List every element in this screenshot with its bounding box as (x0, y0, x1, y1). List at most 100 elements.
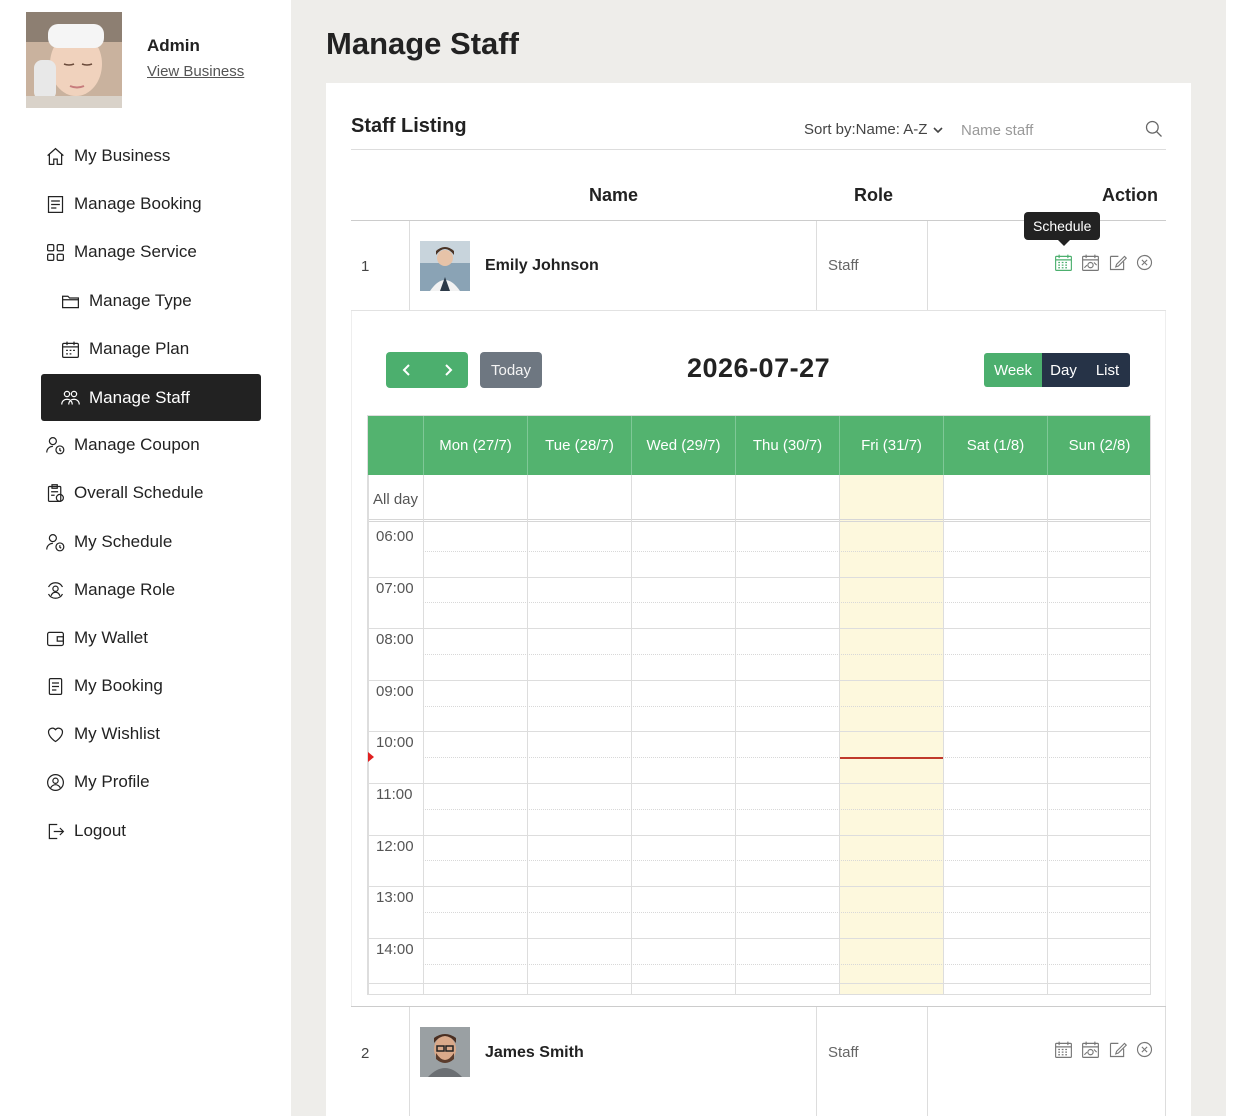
column-line (735, 475, 736, 994)
grid-icon (44, 241, 66, 263)
search-input[interactable] (961, 117, 1161, 143)
hour-line (368, 834, 1150, 836)
sidebar-item-label: Manage Plan (89, 339, 190, 358)
sidebar-item-my-profile[interactable]: My Profile (41, 760, 261, 804)
sidebar-item-manage-type[interactable]: Manage Type (41, 279, 261, 323)
sidebar-item-label: Manage Booking (74, 194, 202, 213)
sidebar-item-manage-service[interactable]: Manage Service (41, 230, 261, 274)
column-header-action: Action (1102, 185, 1158, 205)
divider (351, 149, 1166, 150)
sidebar-item-my-schedule[interactable]: My Schedule (41, 520, 261, 564)
half-hour-line (423, 757, 1150, 759)
sidebar-item-overall-schedule[interactable]: Overall Schedule (41, 471, 261, 515)
day-header-row: Mon (27/7) Tue (28/7) Wed (29/7) Thu (30/7)… (368, 416, 1150, 475)
half-hour-line (423, 602, 1150, 604)
row-index: 1 (361, 258, 370, 275)
row-index: 2 (361, 1045, 370, 1062)
column-line (423, 475, 424, 994)
column-line (527, 475, 528, 994)
home-icon (44, 145, 66, 167)
now-indicator-line (840, 757, 943, 760)
hour-line (368, 576, 1150, 578)
delete-icon[interactable] (1133, 1038, 1155, 1060)
delete-icon[interactable] (1133, 251, 1155, 273)
time-label: 09:00 (376, 682, 414, 700)
half-hour-line (423, 808, 1150, 810)
staff-name: Emily Johnson (485, 257, 599, 274)
hour-line (368, 783, 1150, 784)
sidebar-item-label: Manage Coupon (74, 435, 200, 454)
sort-label: Sort by:Name: A-Z (804, 121, 928, 138)
sidebar-item-logout[interactable]: Logout (41, 809, 261, 853)
view-day-button[interactable]: Day (1042, 353, 1085, 387)
main-content: Manage Staff Staff Listing Sort by:Name:… (291, 0, 1226, 1116)
search-icon[interactable] (1144, 119, 1166, 141)
sidebar-item-manage-coupon[interactable]: Manage Coupon (41, 423, 261, 467)
time-label: 13:00 (376, 889, 414, 907)
view-week-button[interactable]: Week (984, 353, 1042, 387)
time-label: 08:00 (376, 631, 414, 649)
day-header: Sat (1/8) (943, 416, 1047, 475)
time-label: 10:00 (376, 734, 414, 752)
staff-group-icon (59, 387, 81, 409)
profile-block: Admin View Business (26, 12, 276, 108)
row-actions (1052, 1038, 1155, 1060)
sidebar-item-my-business[interactable]: My Business (41, 134, 261, 178)
sidebar: Admin View Business My Business Manage B… (0, 0, 291, 1116)
sidebar-item-label: My Wishlist (74, 724, 160, 743)
user-clock-icon (44, 531, 66, 553)
sidebar-item-manage-role[interactable]: Manage Role (41, 568, 261, 612)
view-list-button[interactable]: List (1085, 353, 1130, 387)
half-hour-line (423, 550, 1150, 552)
sidebar-item-label: Manage Service (74, 242, 197, 261)
sidebar-item-my-wallet[interactable]: My Wallet (41, 616, 261, 660)
day-header: Thu (30/7) (735, 416, 839, 475)
sidebar-item-label: Manage Type (89, 291, 192, 310)
calendar-settings-icon[interactable] (1079, 1038, 1101, 1060)
next-week-button[interactable] (427, 352, 468, 388)
staff-role: Staff (828, 1044, 859, 1061)
prev-week-button[interactable] (386, 352, 427, 388)
half-hour-line (423, 963, 1150, 965)
sidebar-item-manage-booking[interactable]: Manage Booking (41, 182, 261, 226)
column-line (943, 475, 944, 994)
sidebar-item-label: My Booking (74, 676, 163, 695)
document-icon (44, 675, 66, 697)
time-label: 06:00 (376, 528, 414, 545)
edit-icon[interactable] (1106, 251, 1128, 273)
sidebar-item-label: Manage Staff (89, 387, 190, 407)
user-clock-icon (44, 434, 66, 456)
schedule-calendar-icon[interactable] (1052, 251, 1074, 273)
hour-line (368, 731, 1150, 733)
sidebar-item-my-booking[interactable]: My Booking (41, 664, 261, 708)
page-edge (1226, 0, 1237, 1116)
chevron-right-icon (444, 364, 452, 376)
day-header: Tue (28/7) (527, 416, 631, 475)
staff-role: Staff (828, 257, 859, 274)
schedule-calendar-icon[interactable] (1052, 1038, 1074, 1060)
edit-icon[interactable] (1106, 1038, 1128, 1060)
half-hour-line (423, 705, 1150, 707)
calendar-settings-icon[interactable] (1079, 251, 1101, 273)
heart-icon (44, 723, 66, 745)
sidebar-item-manage-staff[interactable]: Manage Staff (41, 374, 261, 421)
sort-dropdown[interactable]: Sort by:Name: A-Z (804, 121, 944, 138)
column-line (631, 475, 632, 994)
hour-line (368, 679, 1150, 681)
today-button[interactable]: Today (480, 352, 542, 388)
chevron-down-icon (933, 126, 943, 133)
sidebar-item-label: Logout (74, 821, 126, 840)
sidebar-item-my-wishlist[interactable]: My Wishlist (41, 712, 261, 756)
page-title: Manage Staff (326, 26, 519, 61)
staff-listing-card: Staff Listing Sort by:Name: A-Z Name Rol… (326, 83, 1191, 1116)
column-header-name: Name (589, 185, 639, 205)
role-icon (44, 579, 66, 601)
avatar (26, 12, 122, 108)
listing-title: Staff Listing (351, 115, 467, 137)
sidebar-item-manage-plan[interactable]: Manage Plan (41, 327, 261, 371)
view-switcher: Week Day List (984, 353, 1130, 387)
column-line (839, 475, 840, 994)
view-business-link[interactable]: View Business (147, 63, 244, 80)
logout-icon (44, 820, 66, 842)
week-grid: Mon (27/7) Tue (28/7) Wed (29/7) Thu (30/7)… (367, 415, 1151, 995)
